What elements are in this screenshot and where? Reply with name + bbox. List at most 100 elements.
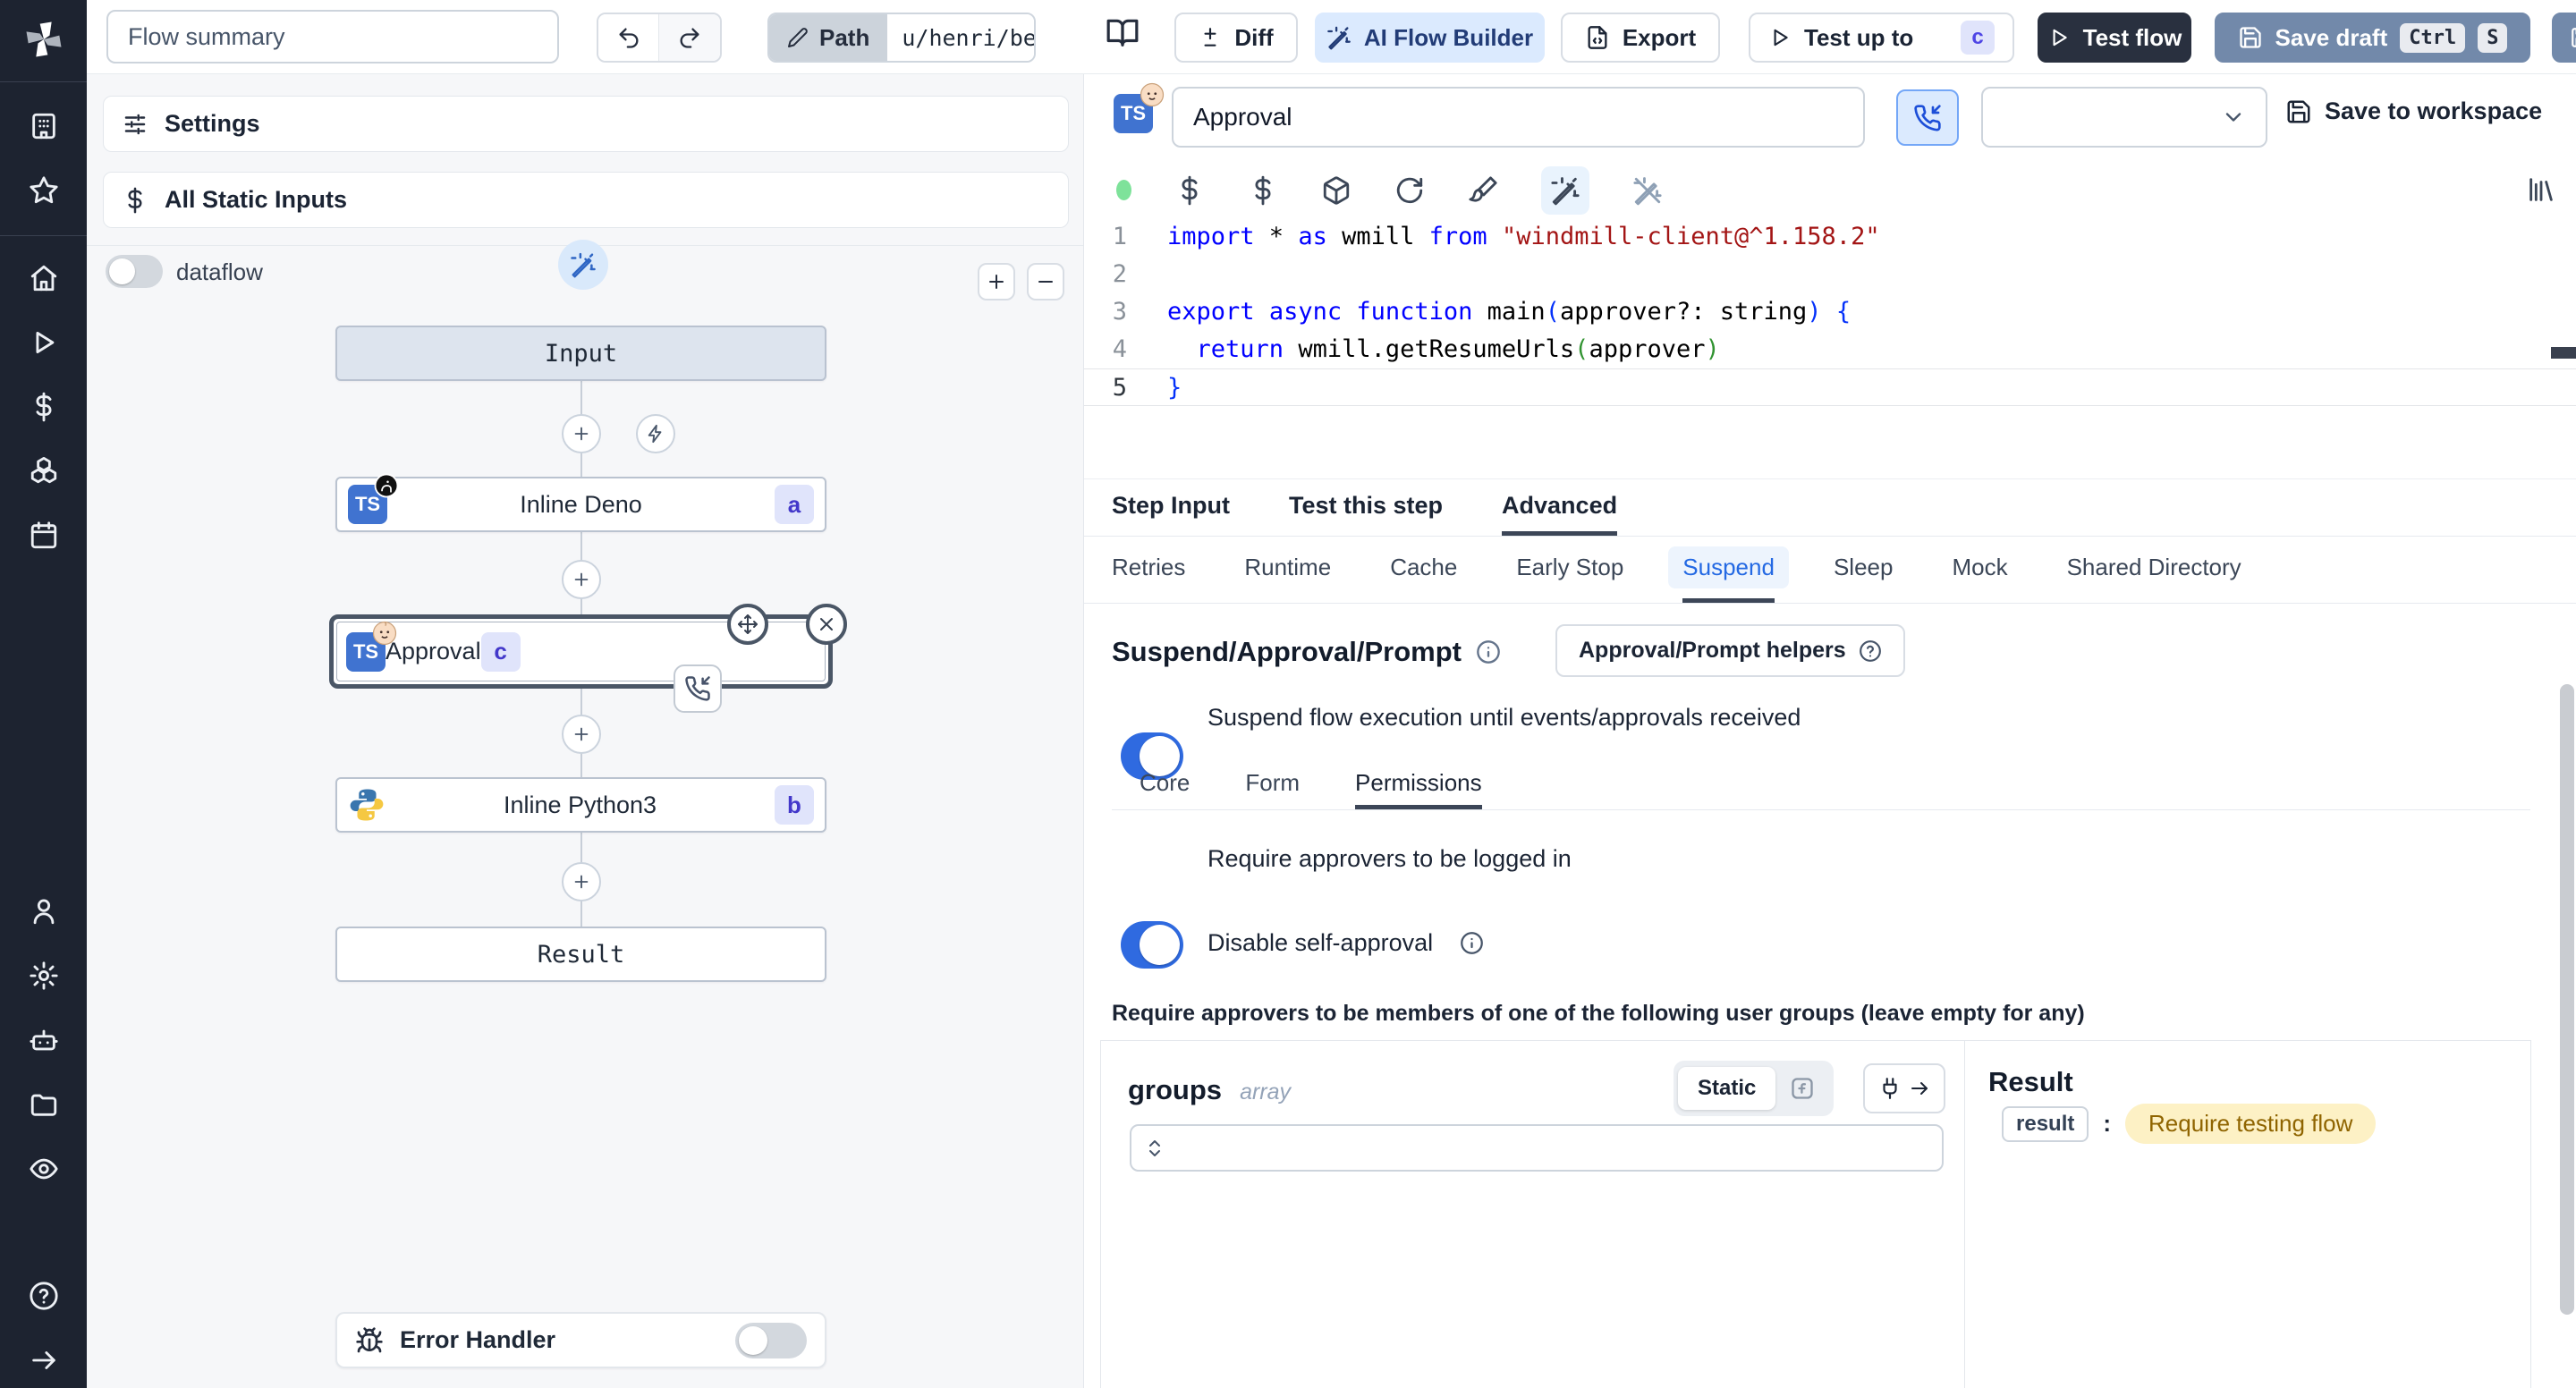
tab-retries[interactable]: Retries [1112,537,1185,603]
home-icon[interactable] [29,263,59,293]
tab-cache[interactable]: Cache [1390,537,1457,603]
tab-early-stop[interactable]: Early Stop [1516,537,1623,603]
code-line[interactable]: 2 [1084,256,2576,293]
dataflow-toggle[interactable] [106,255,163,288]
add-trigger-zap-button[interactable] [636,414,675,453]
code-line[interactable]: 3 export async function main(approver?: s… [1084,293,2576,331]
tab-sleep[interactable]: Sleep [1834,537,1894,603]
line-number: 3 [1112,298,1127,326]
schedules-calendar-icon[interactable] [29,520,59,551]
test-flow-button[interactable]: Test flow [2038,13,2191,63]
resources-dollar-icon[interactable] [1248,175,1278,206]
flow-summary-input[interactable]: Flow summary [106,10,559,63]
zoom-out-button[interactable] [1027,263,1064,300]
static-option[interactable]: Static [1678,1067,1776,1110]
step-name-input[interactable]: Approval [1172,87,1865,148]
save-menu-button-partial[interactable] [2552,13,2576,63]
ai-flow-builder-button[interactable]: AI Flow Builder [1315,13,1545,63]
save-draft-button[interactable]: Save draft Ctrl S [2215,13,2530,63]
reload-icon[interactable] [1394,175,1425,206]
groups-array-input[interactable] [1130,1124,1944,1172]
error-handler-toggle[interactable] [735,1322,807,1358]
export-button[interactable]: Export [1561,13,1720,63]
graph-node-result[interactable]: Result [335,927,826,982]
ai-off-sparkles-icon[interactable] [1632,175,1663,206]
tab-label: Advanced [1502,491,1618,519]
add-step-button[interactable] [562,414,601,453]
result-value-badge[interactable]: Require testing flow [2125,1104,2377,1144]
graph-node-input[interactable]: Input [335,326,826,381]
audit-eye-icon[interactable] [29,1154,59,1184]
redo-button[interactable] [659,14,720,61]
all-static-inputs-row[interactable]: All Static Inputs [103,172,1069,228]
tab-label: Core [1140,769,1191,796]
workers-bot-icon[interactable] [29,1025,59,1055]
flow-settings-row[interactable]: Settings [103,96,1069,152]
workspace-icon[interactable] [29,111,59,141]
diff-button[interactable]: Diff [1174,13,1298,63]
add-step-button[interactable] [562,715,601,754]
script-version-select[interactable] [1981,87,2267,148]
runs-play-icon[interactable] [29,327,59,358]
tab-test-this-step[interactable]: Test this step [1289,479,1443,536]
code-line[interactable]: 4 return wmill.getResumeUrls(approver) [1084,331,2576,368]
info-icon[interactable] [1460,931,1484,955]
tab-shared-directory[interactable]: Shared Directory [2067,537,2241,603]
save-to-workspace-button[interactable]: Save to workspace [2285,97,2542,125]
code-line[interactable]: 5} [1084,368,2576,406]
expand-sidebar-arrow-icon[interactable] [29,1345,59,1375]
javascript-fn-option[interactable] [1775,1076,1829,1101]
diff-label: Diff [1234,23,1274,51]
resources-boxes-icon[interactable] [29,456,59,487]
ai-flow-builder-label: AI Flow Builder [1363,23,1534,51]
all-static-inputs-label: All Static Inputs [165,186,348,213]
approval-step-phone-button[interactable] [1896,89,1959,146]
docs-book-button[interactable] [1106,15,1140,49]
undo-button[interactable] [598,14,659,61]
test-up-to-button[interactable]: Test up to c [1749,13,2014,63]
tab-advanced[interactable]: Advanced [1502,479,1618,536]
approval-prompt-helpers-button[interactable]: Approval/Prompt helpers [1555,624,1905,677]
delete-node-button[interactable] [806,604,847,645]
tab-runtime[interactable]: Runtime [1244,537,1331,603]
help-icon[interactable] [29,1281,59,1311]
favorites-star-icon[interactable] [29,175,59,206]
info-icon[interactable] [1476,639,1501,664]
package-icon[interactable] [1321,175,1352,206]
move-node-button[interactable] [727,604,768,645]
variables-dollar-icon[interactable] [1174,175,1205,206]
graph-node-inline-python3[interactable]: Inline Python3 b [335,777,826,833]
folders-icon[interactable] [29,1089,59,1120]
users-icon[interactable] [29,896,59,927]
settings-gear-icon[interactable] [29,961,59,991]
tab-mock[interactable]: Mock [1952,537,2007,603]
flow-settings-label: Settings [165,110,260,137]
tab-form[interactable]: Form [1245,761,1300,809]
error-handler-row[interactable]: Error Handler [335,1312,826,1368]
plug-connect-button[interactable] [1863,1063,1945,1113]
library-icon[interactable] [2526,174,2556,205]
line-number: 1 [1112,223,1127,250]
require-login-toggle[interactable] [1121,921,1183,969]
code-line[interactable]: 1 import * as wmill from "windmill-client… [1084,218,2576,256]
tab-step-input[interactable]: Step Input [1112,479,1230,536]
tab-core[interactable]: Core [1140,761,1190,809]
tab-suspend[interactable]: Suspend [1668,537,1789,603]
add-step-button[interactable] [562,862,601,901]
graph-node-inline-deno[interactable]: TS Inline Deno a [335,473,826,532]
variables-dollar-icon[interactable] [29,392,59,422]
path-edit-button[interactable]: Path [769,14,888,61]
code-editor[interactable]: 1 import * as wmill from "windmill-client… [1084,215,2576,478]
ai-graph-wand-button[interactable] [558,240,608,290]
zoom-in-button[interactable] [978,263,1015,300]
add-step-button[interactable] [562,560,601,599]
test-up-to-label: Test up to [1804,23,1914,51]
panel-scrollbar[interactable] [2560,684,2574,1315]
baby-icon [1140,82,1165,107]
result-key-pill[interactable]: result [2002,1105,2089,1142]
tab-permissions[interactable]: Permissions [1355,761,1482,809]
format-brush-icon[interactable] [1468,175,1498,206]
windmill-logo-icon[interactable] [21,16,67,67]
ai-gen-wand-icon[interactable] [1541,165,1589,215]
path-value[interactable]: u/henri/bes [887,14,1035,61]
